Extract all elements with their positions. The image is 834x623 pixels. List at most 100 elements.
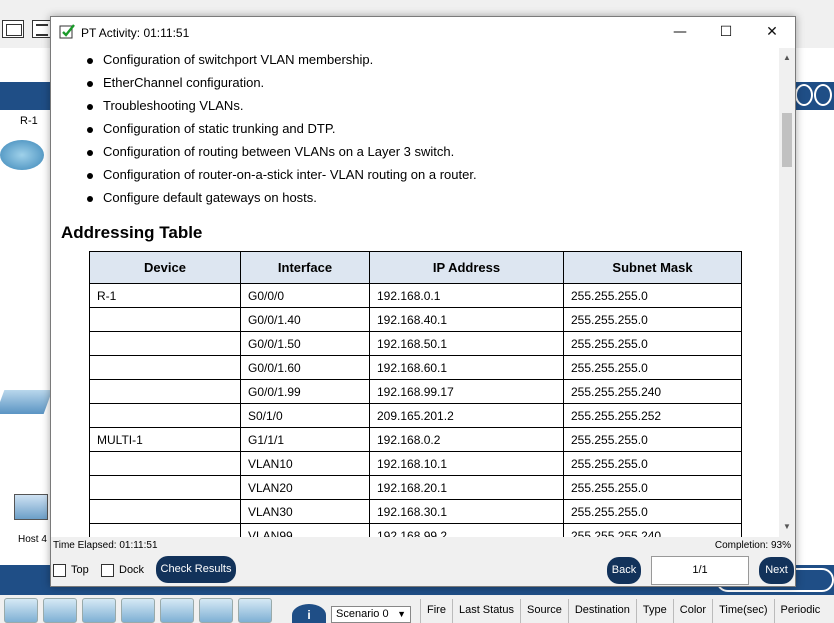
play-icon[interactable]	[795, 84, 813, 106]
close-button[interactable]: ✕	[749, 17, 795, 48]
table-row: MULTI-1 G1/1/1 192.168.0.2 255.255.255.0	[89, 427, 742, 452]
pdu-column[interactable]: Source	[520, 599, 568, 623]
objectives-list: Configuration of switchport VLAN members…	[87, 50, 477, 211]
list-item: Configuration of router-on-a-stick inter…	[87, 165, 477, 188]
top-checkbox-label: Top	[71, 564, 89, 576]
table-cell	[89, 379, 241, 404]
table-cell: 192.168.99.17	[369, 379, 564, 404]
table-cell: G0/0/1.50	[240, 331, 370, 356]
device-router-icon[interactable]	[82, 598, 116, 623]
table-row: G0/0/1.99 192.168.99.17 255.255.255.240	[89, 379, 742, 404]
dock-checkbox-label: Dock	[119, 564, 145, 576]
table-row: G0/0/1.40 192.168.40.1 255.255.255.0	[89, 307, 742, 332]
table-row: VLAN30 192.168.30.1 255.255.255.0	[89, 499, 742, 524]
page-indicator[interactable]: 1/1	[651, 556, 749, 585]
device-router-icon[interactable]	[43, 598, 77, 623]
section-heading: Addressing Table	[61, 223, 203, 242]
pdu-column[interactable]: Fire	[420, 599, 452, 623]
image-icon[interactable]	[814, 84, 832, 106]
next-button[interactable]: Next	[759, 557, 794, 584]
column-header: Interface	[240, 251, 370, 284]
table-cell: 255.255.255.0	[563, 451, 742, 476]
minimize-button[interactable]: —	[657, 17, 703, 48]
time-elapsed: Time Elapsed: 01:11:51	[53, 540, 158, 551]
table-cell: VLAN20	[240, 475, 370, 500]
pdu-column[interactable]: Destination	[567, 599, 636, 623]
back-button[interactable]: Back	[607, 557, 641, 584]
table-cell: 255.255.255.0	[563, 283, 742, 308]
table-cell: VLAN30	[240, 499, 370, 524]
check-results-button[interactable]: Check Results	[156, 556, 236, 583]
list-item: Configuration of switchport VLAN members…	[87, 50, 477, 73]
pdu-column[interactable]: Color	[672, 599, 712, 623]
table-cell: S0/1/0	[240, 403, 370, 428]
scenario-select[interactable]: Scenario 0 ▼	[331, 606, 411, 623]
pc-icon[interactable]	[14, 494, 48, 520]
switch-icon[interactable]	[0, 390, 53, 414]
device-router-icon[interactable]	[199, 598, 233, 623]
device-router-icon[interactable]	[160, 598, 194, 623]
column-header: Subnet Mask	[563, 251, 742, 284]
device-router-icon[interactable]	[4, 598, 38, 623]
title-bar[interactable]: PT Activity: 01:11:51 — ☐ ✕	[51, 17, 795, 48]
table-row: VLAN99 192.168.99.2 255.255.255.240	[89, 523, 742, 537]
table-row: R-1 G0/0/0 192.168.0.1 255.255.255.0	[89, 283, 742, 308]
list-item: Troubleshooting VLANs.	[87, 96, 477, 119]
router-label: R-1	[20, 115, 38, 127]
table-cell: 192.168.0.1	[369, 283, 564, 308]
window-title: PT Activity: 01:11:51	[81, 26, 190, 40]
table-header-row: Device Interface IP Address Subnet Mask	[89, 251, 742, 284]
table-cell: VLAN10	[240, 451, 370, 476]
table-cell: 255.255.255.0	[563, 355, 742, 380]
scroll-up-icon[interactable]: ▲	[779, 50, 795, 66]
table-cell	[89, 523, 241, 537]
list-item: EtherChannel configuration.	[87, 73, 477, 96]
table-row: VLAN10 192.168.10.1 255.255.255.0	[89, 451, 742, 476]
device-router-icon[interactable]	[121, 598, 155, 623]
info-icon[interactable]: i	[292, 604, 326, 623]
table-cell: VLAN99	[240, 523, 370, 537]
pdu-column[interactable]: Last Status	[451, 599, 520, 623]
list-item: Configure default gateways on hosts.	[87, 188, 477, 211]
table-cell	[89, 499, 241, 524]
top-checkbox[interactable]	[53, 564, 66, 577]
instructions-pane[interactable]: Configuration of switchport VLAN members…	[51, 48, 779, 537]
pdu-column[interactable]: Type	[635, 599, 673, 623]
device-router-icon[interactable]	[238, 598, 272, 623]
window-icon[interactable]	[2, 20, 24, 38]
dock-checkbox[interactable]	[101, 564, 114, 577]
table-row: S0/1/0 209.165.201.2 255.255.255.252	[89, 403, 742, 428]
router-icon[interactable]	[0, 140, 44, 170]
maximize-button[interactable]: ☐	[703, 17, 749, 48]
scrollbar-thumb[interactable]	[782, 113, 792, 167]
table-cell	[89, 451, 241, 476]
table-cell	[89, 331, 241, 356]
host-label: Host 4	[18, 534, 47, 545]
table-cell: G0/0/1.40	[240, 307, 370, 332]
table-cell: 192.168.40.1	[369, 307, 564, 332]
column-header: IP Address	[369, 251, 564, 284]
table-cell: 255.255.255.240	[563, 523, 742, 537]
table-cell: G0/0/0	[240, 283, 370, 308]
pdu-column[interactable]: Periodic	[773, 599, 827, 623]
table-cell: 255.255.255.240	[563, 379, 742, 404]
table-cell	[89, 307, 241, 332]
pdu-column[interactable]: Time(sec)	[712, 599, 773, 623]
scroll-down-icon[interactable]: ▼	[779, 519, 795, 535]
list-item: Configuration of static trunking and DTP…	[87, 119, 477, 142]
table-cell: 255.255.255.0	[563, 475, 742, 500]
table-cell: 255.255.255.252	[563, 403, 742, 428]
table-cell: 192.168.50.1	[369, 331, 564, 356]
table-cell: R-1	[89, 283, 241, 308]
vertical-scrollbar[interactable]: ▲ ▼	[779, 48, 795, 537]
table-cell: 192.168.60.1	[369, 355, 564, 380]
table-cell: 192.168.20.1	[369, 475, 564, 500]
table-cell: 192.168.10.1	[369, 451, 564, 476]
list-item: Configuration of routing between VLANs o…	[87, 142, 477, 165]
table-cell: G1/1/1	[240, 427, 370, 452]
column-header: Device	[89, 251, 241, 284]
completion-status: Completion: 93%	[714, 540, 791, 551]
pdu-list-header: Fire Last Status Source Destination Type…	[420, 599, 826, 623]
workspace-nav	[794, 84, 832, 109]
table-cell: 255.255.255.0	[563, 331, 742, 356]
